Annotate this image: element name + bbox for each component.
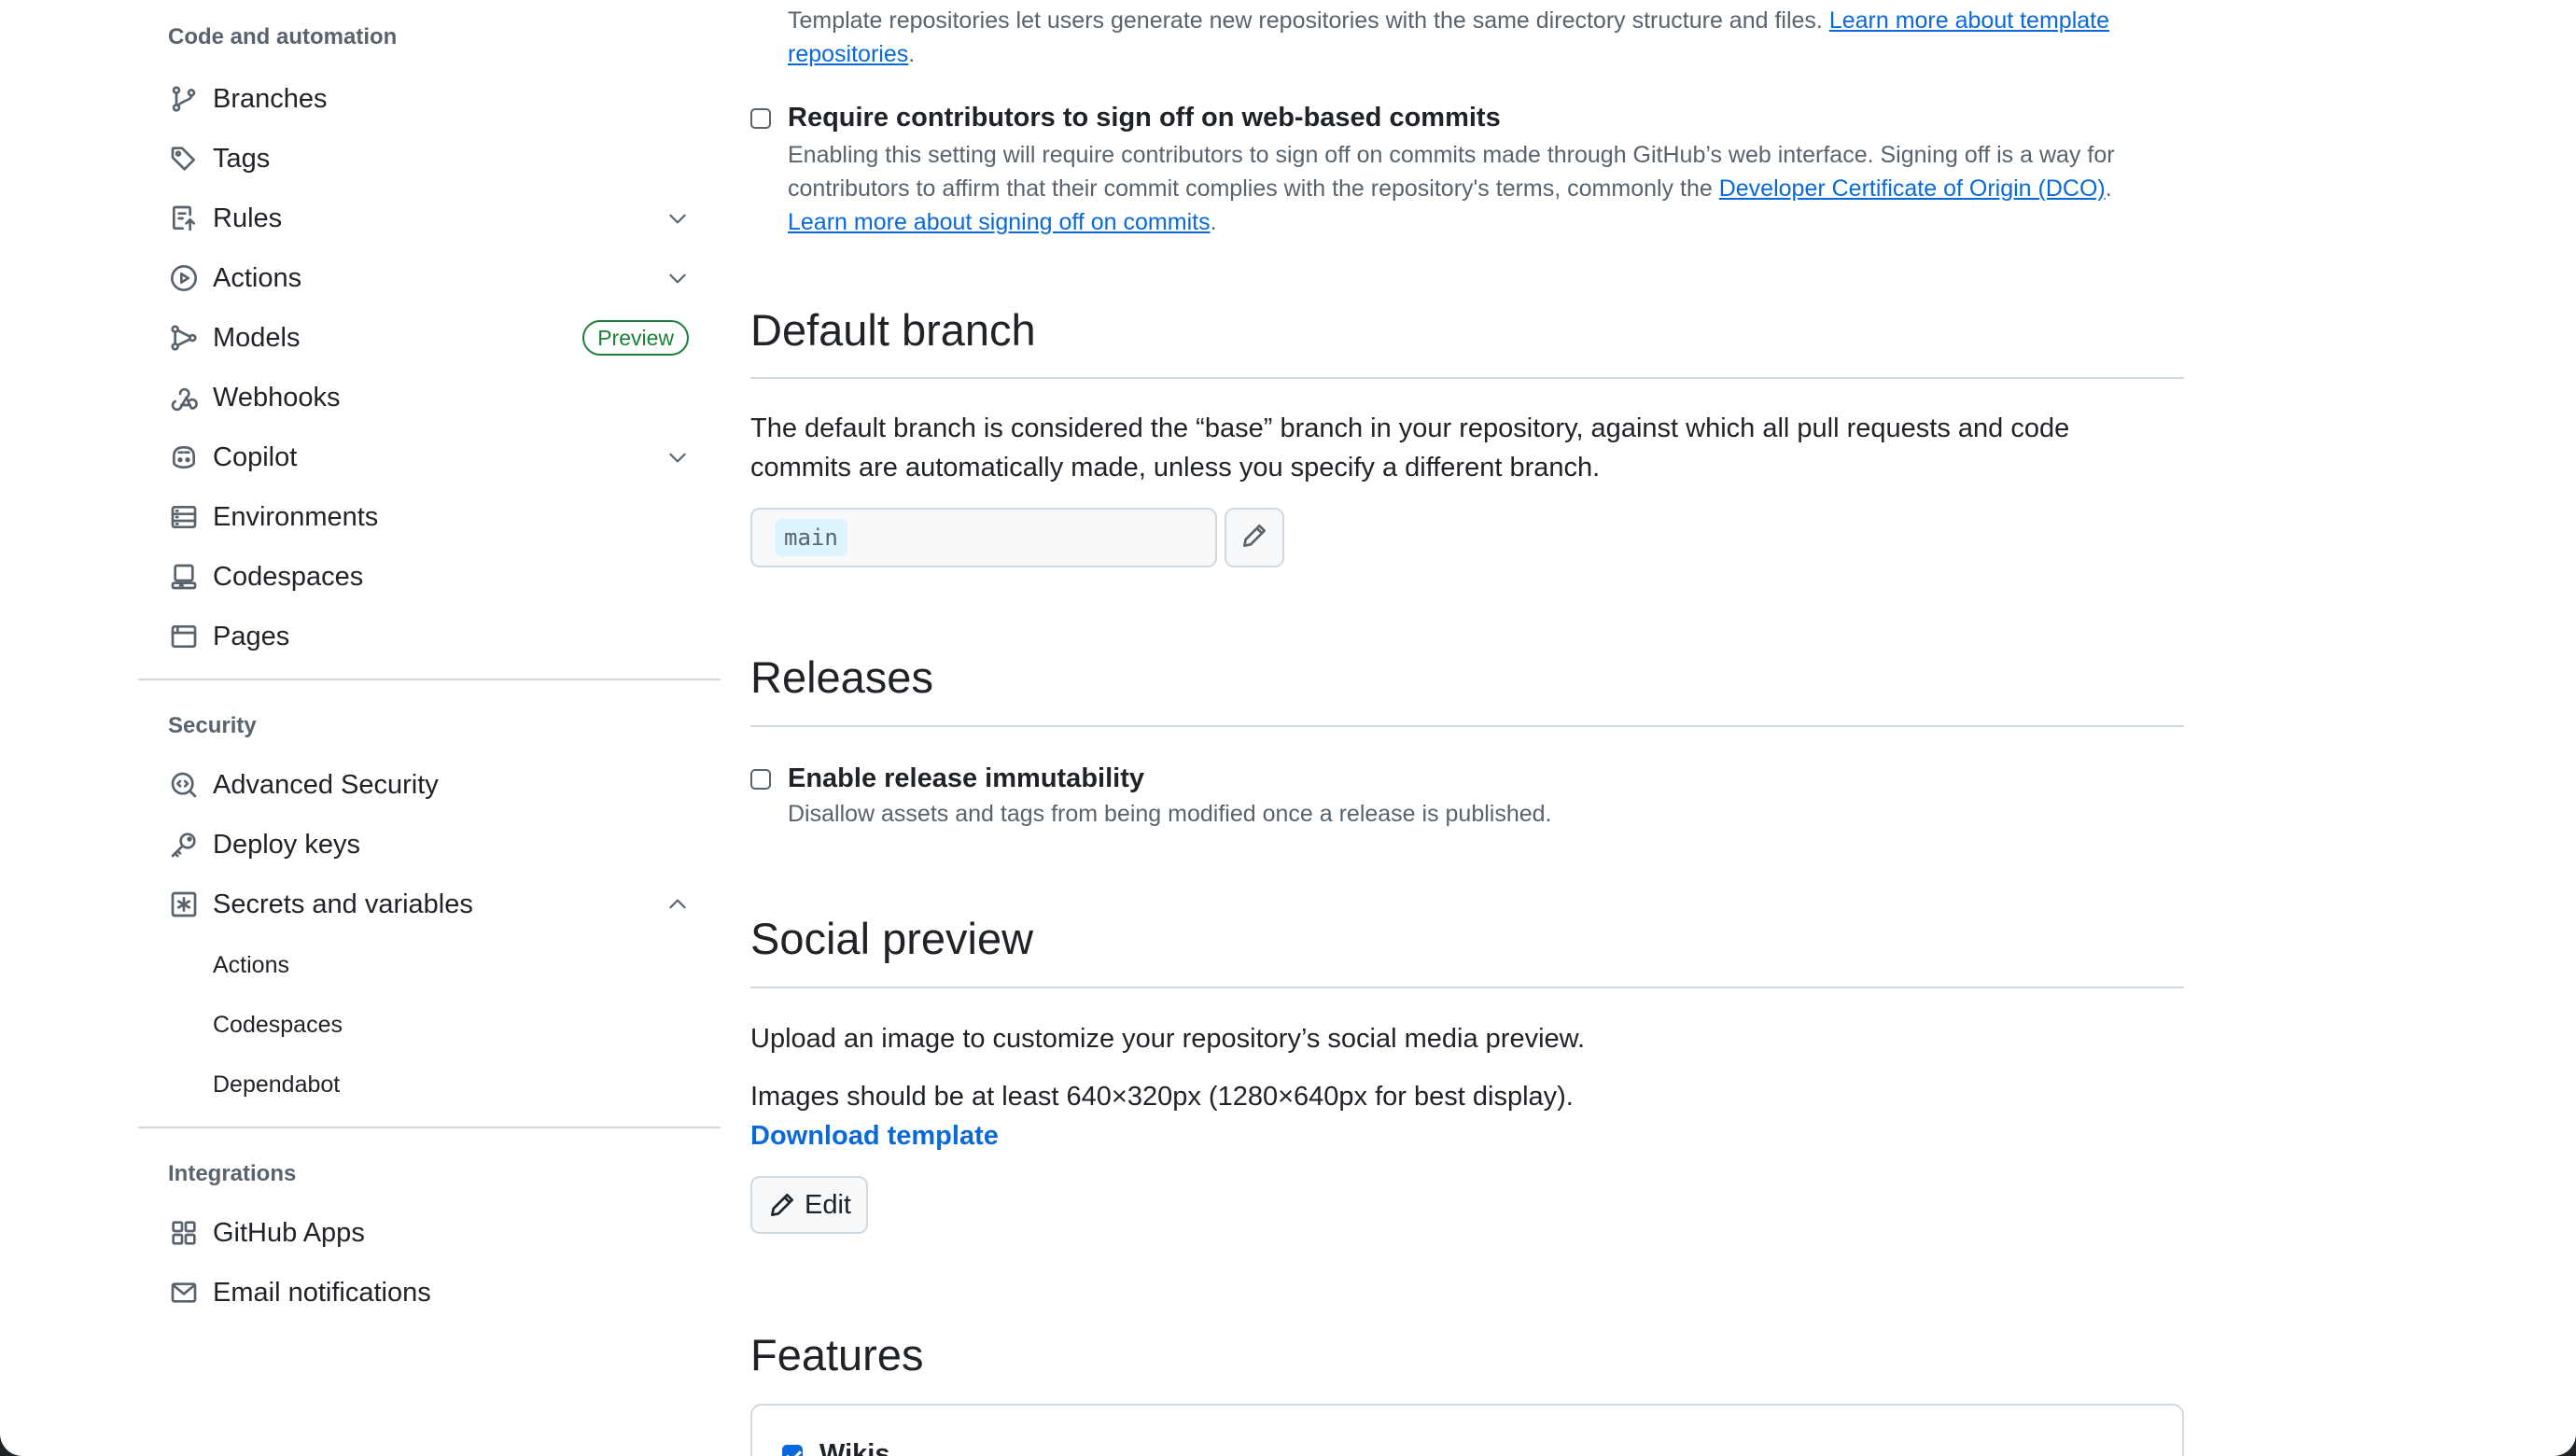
sidebar-divider (138, 679, 721, 680)
sidebar-item-label: GitHub Apps (213, 1217, 365, 1248)
settings-page: Code and automation Branches Tags Rules (0, 0, 2576, 1456)
sidebar-item-email-notifications[interactable]: Email notifications (168, 1267, 691, 1319)
sidebar-item-label: Secrets and variables (213, 889, 473, 919)
sidebar-item-deploy-keys[interactable]: Deploy keys (168, 819, 691, 871)
sidebar-item-label: Environments (213, 501, 379, 532)
asterisk-icon (168, 889, 200, 920)
signoff-label: Require contributors to sign off on web-… (788, 103, 1501, 133)
sidebar-item-label: Email notifications (213, 1277, 431, 1308)
server-icon (168, 501, 200, 533)
sidebar-item-tags[interactable]: Tags (168, 133, 691, 185)
signoff-description: Enabling this setting will require contr… (788, 142, 2115, 235)
rules-icon (168, 203, 200, 234)
section-title-security: Security (168, 713, 257, 738)
default-branch-name: main (775, 519, 847, 556)
git-branch-icon (168, 83, 200, 115)
sidebar-item-webhooks[interactable]: Webhooks (168, 371, 691, 424)
default-branch-heading: Default branch (750, 305, 1036, 355)
wikis-label: Wikis (819, 1439, 890, 1456)
models-icon (168, 322, 200, 354)
sidebar-item-label: Codespaces (213, 561, 364, 592)
sidebar-item-label: Rules (213, 203, 283, 233)
apps-icon (168, 1217, 200, 1249)
social-preview-heading: Social preview (750, 914, 1034, 963)
sidebar-item-label: Advanced Security (213, 769, 439, 800)
sidebar-subitem-actions[interactable]: Actions (213, 942, 289, 988)
sidebar-item-models[interactable]: Models Preview (168, 312, 691, 364)
section-divider (750, 987, 2184, 988)
chevron-down-icon[interactable] (665, 265, 691, 291)
sidebar-item-github-apps[interactable]: GitHub Apps (168, 1207, 691, 1259)
features-box: Wikis (750, 1404, 2184, 1456)
webhook-icon (168, 382, 200, 413)
immutability-label: Enable release immutability (788, 763, 1144, 793)
section-title-integrations: Integrations (168, 1161, 297, 1186)
sidebar-item-advanced-security[interactable]: Advanced Security (168, 759, 691, 811)
sidebar-item-branches[interactable]: Branches (168, 73, 691, 125)
sidebar-item-label: Branches (213, 83, 328, 114)
sidebar-item-label: Copilot (213, 441, 298, 472)
download-template-link[interactable]: Download template (750, 1116, 999, 1155)
signoff-checkbox[interactable] (750, 107, 771, 129)
sidebar-item-label: Deploy keys (213, 829, 360, 860)
sidebar-item-rules[interactable]: Rules (168, 192, 691, 245)
immutability-checkbox[interactable] (750, 768, 771, 790)
default-branch-field: main (750, 508, 1217, 567)
chevron-up-icon[interactable] (665, 891, 691, 917)
sidebar-item-label: Actions (213, 262, 302, 293)
preview-badge: Preview (582, 320, 689, 356)
key-icon (168, 829, 200, 861)
pencil-icon (1239, 521, 1269, 555)
play-icon (168, 262, 200, 294)
sidebar-item-secrets-and-variables[interactable]: Secrets and variables (168, 878, 691, 931)
releases-heading: Releases (750, 652, 933, 702)
dco-link[interactable]: Developer Certificate of Origin (DCO) (1719, 175, 2106, 202)
signoff-learn-more-link[interactable]: Learn more about signing off on commits (788, 209, 1211, 235)
sidebar-item-label: Models (213, 322, 301, 353)
social-preview-edit-button[interactable]: Edit (750, 1176, 868, 1234)
section-divider (750, 377, 2184, 379)
sidebar-item-label: Tags (213, 143, 271, 174)
chevron-down-icon[interactable] (665, 444, 691, 470)
social-preview-line1: Upload an image to customize your reposi… (750, 1024, 1586, 1054)
section-title-code-automation: Code and automation (168, 24, 398, 49)
codescan-icon (168, 769, 200, 801)
wikis-row: Wikis (782, 1439, 890, 1456)
sidebar-item-codespaces[interactable]: Codespaces (168, 551, 691, 603)
sidebar-item-pages[interactable]: Pages (168, 610, 691, 663)
copilot-icon (168, 441, 200, 473)
default-branch-description: The default branch is considered the “ba… (750, 413, 2070, 483)
features-heading: Features (750, 1330, 924, 1379)
edit-label: Edit (805, 1189, 851, 1220)
pencil-icon (771, 1194, 793, 1216)
sidebar-item-copilot[interactable]: Copilot (168, 431, 691, 483)
social-preview-line2: Images should be at least 640×320px (128… (750, 1082, 1574, 1112)
tag-icon (168, 143, 200, 175)
sidebar-divider (138, 1127, 721, 1128)
mail-icon (168, 1277, 200, 1309)
sidebar-item-label: Webhooks (213, 382, 341, 413)
immutability-row: Enable release immutability (750, 763, 1144, 794)
immutability-description: Disallow assets and tags from being modi… (788, 801, 1552, 827)
codespaces-icon (168, 561, 200, 593)
section-divider (750, 725, 2184, 727)
signoff-row: Require contributors to sign off on web-… (750, 103, 1501, 133)
sidebar-item-environments[interactable]: Environments (168, 491, 691, 543)
template-description: Template repositories let users generate… (788, 7, 2109, 67)
sidebar-subitem-codespaces[interactable]: Codespaces (213, 1001, 343, 1048)
chevron-down-icon[interactable] (665, 205, 691, 231)
wikis-checkbox[interactable] (782, 1444, 803, 1456)
browser-icon (168, 621, 200, 652)
edit-branch-button[interactable] (1225, 508, 1284, 567)
sidebar-subitem-dependabot[interactable]: Dependabot (213, 1061, 340, 1108)
sidebar-item-label: Pages (213, 621, 290, 651)
sidebar-item-actions[interactable]: Actions (168, 252, 691, 304)
